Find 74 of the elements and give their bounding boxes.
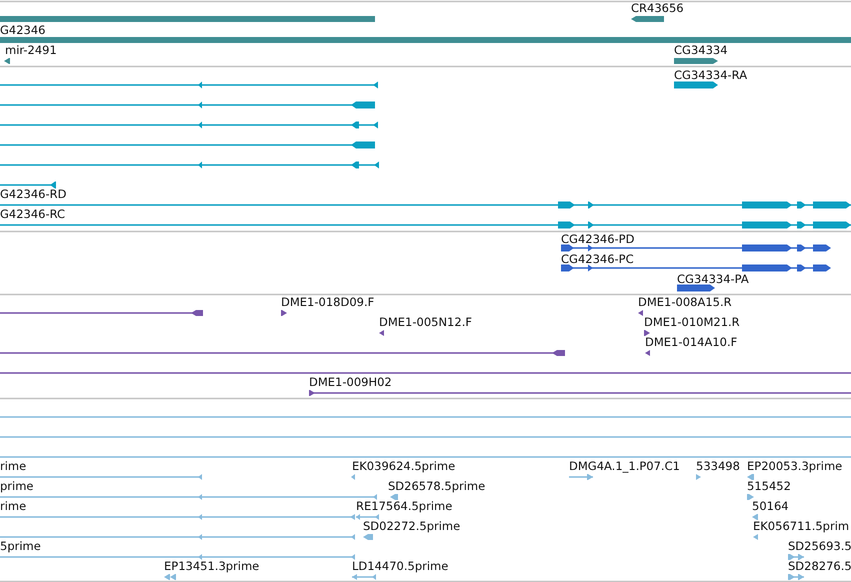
feature-label: DME1-010M21.R [644,315,740,329]
feature-label: EK056711.5prim [753,519,850,533]
feature-label: SD25693.5 [788,539,851,553]
transcript-glyph[interactable] [0,142,375,148]
feature-label: prime [0,479,34,493]
est-glyph[interactable] [0,554,355,560]
clone-glyph[interactable] [0,310,203,316]
feature-label: SD26578.5prime [388,479,486,493]
feature-label: 533498 [696,459,740,473]
feature-label: CR43656 [631,1,684,15]
clone-glyph[interactable] [638,310,643,316]
feature-label: rime [0,459,26,473]
transcript-glyph[interactable] [0,162,379,168]
feature-label: mir-2491 [5,43,57,57]
feature-label: 5prime [0,539,41,553]
feature-label: SD28276.5 [788,559,851,573]
feature-label: rime [0,499,26,513]
gene-glyph[interactable] [674,58,718,64]
feature-label: EP13451.3prime [164,559,260,573]
est-glyph[interactable] [363,534,373,540]
est-glyph[interactable] [696,474,701,480]
est-glyph[interactable] [788,574,804,580]
feature-label: DME1-005N12.F [379,315,472,329]
transcript-glyph[interactable] [674,82,718,88]
transcript-glyph[interactable] [0,102,375,108]
gene-glyph[interactable] [4,58,10,64]
feature-label: EP20053.3prime [747,459,842,473]
feature-label: CG42346-PC [561,252,634,266]
protein-glyph[interactable] [677,284,715,292]
clone-glyph[interactable] [644,330,650,336]
feature-label: 50164 [752,499,789,513]
feature-label: 515452 [747,479,791,493]
feature-label: CG34334-PA [677,272,749,286]
feature-label: DME1-009H02 [309,375,392,389]
est-glyph[interactable] [390,494,398,500]
est-glyph[interactable] [0,494,377,500]
est-glyph[interactable] [753,534,758,540]
clone-glyph[interactable] [0,350,565,356]
transcript-glyph[interactable] [0,182,56,188]
est-glyph[interactable] [752,514,758,520]
feature-label: G42346 [0,23,46,37]
feature-label: EK039624.5prime [352,459,456,473]
feature-label: SD02272.5prime [363,519,460,533]
feature-label: DME1-014A10.F [645,335,738,349]
feature-label: G42346-RC [0,207,66,221]
clone-glyph[interactable] [645,350,650,356]
protein-glyph[interactable] [561,244,831,252]
transcript-glyph[interactable] [0,82,378,88]
feature-label: DMG4A.1_1.P07.C1 [569,459,680,473]
feature-label: DME1-008A15.R [638,295,732,309]
feature-label: CG42346-PD [561,232,634,246]
est-glyph[interactable] [0,474,202,480]
est-glyph[interactable] [0,534,355,540]
est-glyph[interactable] [352,574,376,580]
feature-label: CG34334-RA [674,68,748,82]
est-glyph[interactable] [788,554,804,560]
est-glyph[interactable] [351,474,355,480]
clone-glyph[interactable] [281,310,287,316]
est-glyph[interactable] [747,474,754,480]
clone-glyph[interactable] [379,330,384,336]
transcript-glyph[interactable] [0,222,851,228]
feature-label: CG34334 [674,43,728,57]
est-glyph[interactable] [164,574,176,580]
protein-glyph[interactable] [561,264,831,272]
gene-glyph[interactable] [631,16,664,22]
est-glyph[interactable] [569,474,593,480]
feature-label: RE17564.5prime [356,499,452,513]
transcript-glyph[interactable] [0,122,378,128]
transcript-glyph[interactable] [0,202,851,208]
feature-label: G42346-RD [0,187,66,201]
clone-glyph[interactable] [309,390,851,396]
est-glyph[interactable] [747,494,754,500]
feature-label: DME1-018D09.F [281,295,374,309]
feature-label: LD14470.5prime [352,559,448,573]
